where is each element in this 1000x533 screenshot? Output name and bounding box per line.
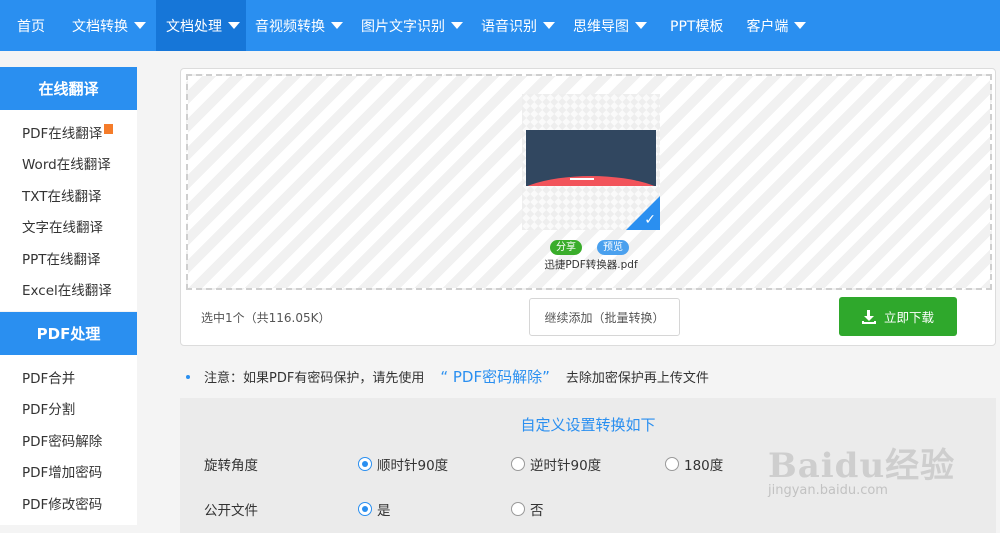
radio-icon (511, 502, 525, 516)
nav-label: 图片文字识别 (361, 18, 445, 35)
sidebar-item-txt-translate[interactable]: TXT在线翻译 (0, 179, 137, 211)
caret-down-icon (134, 22, 146, 29)
hot-badge-icon (104, 123, 114, 134)
selection-status: 选中1个（共116.05K） (201, 311, 331, 325)
preview-button[interactable]: 预览 (597, 240, 629, 255)
caret-down-icon (635, 22, 647, 29)
settings-title: 自定义设置转换如下 (520, 416, 656, 434)
radio-label: 否 (530, 503, 544, 519)
download-icon (861, 309, 876, 324)
caret-down-icon (451, 22, 463, 29)
sidebar-list: PDF在线翻译 Word在线翻译 TXT在线翻译 文字在线翻译 PPT在线翻译 … (0, 110, 137, 311)
file-thumbnail (526, 130, 656, 186)
download-label: 立即下载 (883, 310, 934, 325)
download-button[interactable]: 立即下载 (839, 297, 957, 336)
radio-icon (358, 502, 372, 516)
nav-item-doc-convert[interactable]: 文档转换 (63, 0, 156, 51)
sidebar-item-pdf-translate[interactable]: PDF在线翻译 (0, 116, 137, 148)
baidu-watermark: Baidu经验 jingyan.baidu.com (768, 438, 955, 498)
sidebar-section-title: 在线翻译 (0, 67, 137, 110)
nav-label: 文档转换 (72, 18, 128, 35)
radio-rotate-cw90[interactable]: 顺时针90度 (358, 454, 448, 474)
file-card[interactable]: ✓ (522, 94, 660, 230)
public-label: 公开文件 (204, 503, 258, 519)
sidebar-item-pdf-add-password[interactable]: PDF增加密码 (0, 456, 137, 488)
file-name: 迅捷PDF转换器.pdf (544, 259, 638, 271)
nav-label: 音视频转换 (255, 18, 325, 35)
caret-down-icon (331, 22, 343, 29)
nav-item-doc-process[interactable]: 文档处理 (156, 0, 246, 51)
nav-item-client[interactable]: 客户端 (737, 0, 815, 51)
sidebar-section-title: PDF处理 (0, 312, 137, 355)
nav-item-home[interactable]: 首页 (0, 0, 63, 51)
radio-icon (358, 457, 372, 471)
pdf-unlock-link[interactable]: “ PDF密码解除” (440, 366, 550, 387)
radio-rotate-180[interactable]: 180度 (665, 454, 723, 474)
add-more-button[interactable]: 继续添加（批量转换） (529, 298, 680, 336)
rotation-label: 旋转角度 (204, 458, 258, 474)
caret-down-icon (228, 22, 240, 29)
nav-label: 文档处理 (166, 18, 222, 35)
upload-panel: ✓ 分享 预览 迅捷PDF转换器.pdf 选中1个（共116.05K） 继续添加… (180, 68, 996, 346)
sidebar-item-pdf-change-password[interactable]: PDF修改密码 (0, 487, 137, 519)
sidebar-item-word-translate[interactable]: Word在线翻译 (0, 148, 137, 180)
radio-public-no[interactable]: 否 (511, 499, 544, 519)
sidebar-item-ppt-translate[interactable]: PPT在线翻译 (0, 242, 137, 274)
nav-item-ppt-template[interactable]: PPT模板 (656, 0, 737, 51)
radio-rotate-ccw90[interactable]: 逆时针90度 (511, 454, 601, 474)
sidebar-item-label: PDF在线翻译 (22, 125, 103, 142)
radio-public-yes[interactable]: 是 (358, 499, 391, 519)
drop-zone[interactable]: ✓ 分享 预览 迅捷PDF转换器.pdf (186, 74, 992, 290)
sidebar-item-pdf-unlock[interactable]: PDF密码解除 (0, 424, 137, 456)
notice: 注意：如果PDF有密码保护，请先使用 “ PDF密码解除” 去除加密保护再上传文… (186, 366, 709, 387)
nav-label: PPT模板 (670, 18, 724, 35)
nav-item-ocr[interactable]: 图片文字识别 (352, 0, 472, 51)
nav-item-av-convert[interactable]: 音视频转换 (246, 0, 352, 51)
sidebar-item-excel-translate[interactable]: Excel在线翻译 (0, 274, 137, 306)
caret-down-icon (543, 22, 555, 29)
top-nav: 首页 文档转换 文档处理 音视频转换 图片文字识别 语音识别 思维导图 PPT模… (0, 0, 1000, 51)
radio-label: 逆时针90度 (530, 458, 602, 474)
nav-label: 语音识别 (481, 18, 537, 35)
radio-label: 180度 (684, 458, 724, 474)
sidebar-item-text-translate[interactable]: 文字在线翻译 (0, 211, 137, 243)
nav-label: 客户端 (746, 18, 789, 35)
nav-item-speech[interactable]: 语音识别 (472, 0, 564, 51)
sidebar-list: PDF合并 PDF分割 PDF密码解除 PDF增加密码 PDF修改密码 (0, 355, 137, 525)
sidebar: 在线翻译 PDF在线翻译 Word在线翻译 TXT在线翻译 文字在线翻译 PPT… (0, 67, 137, 525)
radio-icon (511, 457, 525, 471)
notice-prefix: 注意：如果PDF有密码保护，请先使用 (204, 371, 425, 386)
radio-icon (665, 457, 679, 471)
bullet-icon (186, 374, 190, 379)
notice-suffix: 去除加密保护再上传文件 (565, 371, 709, 386)
share-button[interactable]: 分享 (550, 240, 582, 255)
nav-label: 首页 (17, 18, 45, 35)
caret-down-icon (794, 22, 807, 29)
radio-label: 是 (377, 503, 391, 519)
checkmark-icon: ✓ (644, 212, 656, 228)
sidebar-item-pdf-merge[interactable]: PDF合并 (0, 361, 137, 393)
nav-label: 思维导图 (573, 18, 629, 35)
radio-label: 顺时针90度 (377, 458, 449, 474)
watermark-brand: Baidu经验 (768, 446, 956, 486)
nav-item-mindmap[interactable]: 思维导图 (564, 0, 656, 51)
sidebar-item-pdf-split[interactable]: PDF分割 (0, 393, 137, 425)
